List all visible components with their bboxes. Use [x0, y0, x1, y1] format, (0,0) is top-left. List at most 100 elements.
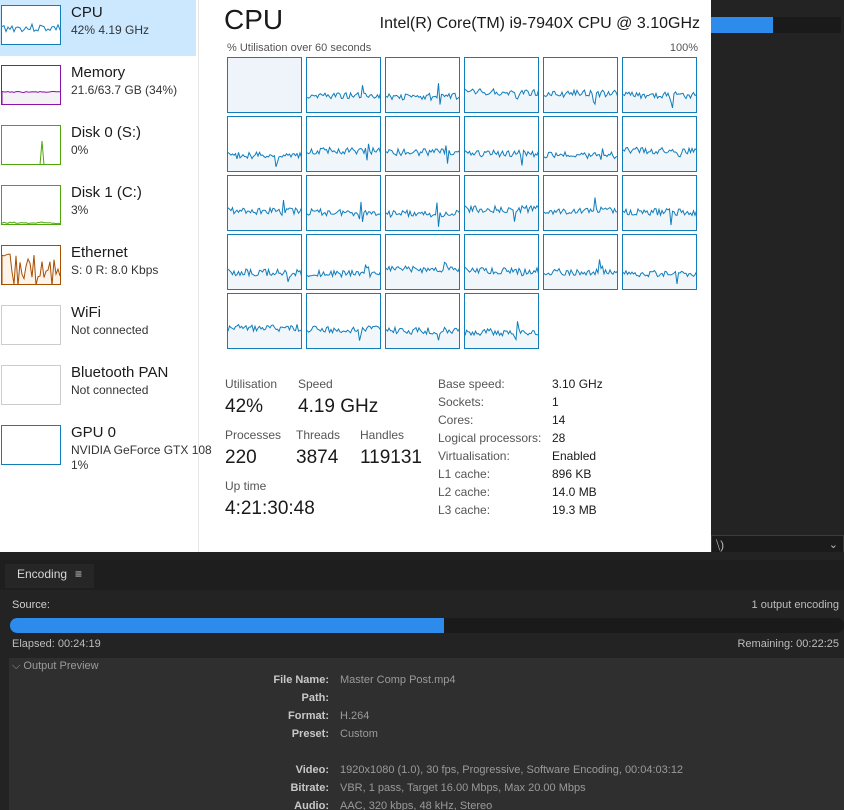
logical-processor-graph [464, 116, 539, 172]
detail-label: Video: [295, 764, 329, 776]
sidebar-item-title: Disk 0 (S:) [71, 124, 142, 141]
task-manager-window: CPU 42% 4.19 GHz Memory 21.6/63.7 GB (34%) D… [0, 0, 711, 552]
encoding-body: Source: 1 output encoding Elapsed: 00:24… [0, 590, 844, 810]
chevron-down-icon: ⌵ [12, 660, 21, 672]
output-preview-toggle[interactable]: ⌵ Output Preview [12, 660, 99, 673]
sidebar-item-empty[interactable]: Bluetooth PAN Not connected [0, 360, 196, 416]
sidebar-item-subtitle: Not connected [71, 383, 149, 397]
detail-value: VBR, 1 pass, Target 16.00 Mbps, Max 20.0… [340, 782, 586, 794]
sidebar-item-disk1[interactable]: Disk 1 (C:) 3% [0, 180, 196, 236]
source-label: Source: [12, 599, 50, 611]
logical-processor-graph [385, 175, 460, 231]
logical-processor-graph [622, 234, 697, 290]
sidebar-item-subtitle-2: 1% [71, 458, 89, 472]
logical-processor-graph [622, 57, 697, 113]
spec-label: Base speed: [438, 377, 505, 391]
sidebar-item-title: CPU [71, 4, 103, 21]
logical-processor-graph [543, 116, 618, 172]
detail-value: Master Comp Post.mp4 [340, 674, 456, 686]
spec-value: 14.0 MB [552, 485, 597, 499]
encoding-progress-fill [10, 618, 444, 633]
logical-processor-graph [543, 175, 618, 231]
detail-label: Path: [301, 692, 330, 704]
sidebar-thumbnail-graph [1, 125, 61, 165]
logical-processor-graph [385, 57, 460, 113]
logical-processor-graph [543, 234, 618, 290]
sidebar-item-subtitle: 3% [71, 203, 89, 217]
spec-value: 896 KB [552, 467, 592, 481]
sidebar-item-subtitle: 21.6/63.7 GB (34%) [71, 83, 178, 97]
output-preview-title: Output Preview [23, 660, 99, 672]
sidebar-thumbnail-graph [1, 65, 61, 105]
sidebar-thumbnail-graph [1, 245, 61, 285]
preset-dropdown-label: ⧹) [716, 538, 725, 552]
logical-processor-graph [227, 293, 302, 349]
logical-processor-graph [464, 293, 539, 349]
utilisation-max-label: 100% [669, 42, 698, 54]
spec-value: 1 [552, 395, 559, 409]
threads-value: 3874 [296, 447, 339, 468]
detail-label: File Name: [273, 674, 329, 686]
sidebar-item-subtitle: S: 0 R: 8.0 Kbps [71, 263, 159, 277]
handles-value: 119131 [360, 447, 422, 468]
sidebar-item-cpu[interactable]: CPU 42% 4.19 GHz [0, 0, 196, 56]
detail-value: 1920x1080 (1.0), 30 fps, Progressive, So… [340, 764, 684, 776]
processes-label: Processes [225, 428, 282, 442]
detail-label: Audio: [294, 800, 329, 810]
encoding-progress-bar [10, 618, 844, 633]
logical-processor-graph [306, 57, 381, 113]
logical-processor-graph [543, 57, 618, 113]
output-count: 1 output encoding [751, 599, 839, 611]
sidebar-item-subtitle: 0% [71, 143, 89, 157]
sidebar-item-subtitle: NVIDIA GeForce GTX 108 [71, 443, 212, 457]
utilisation-value: 42% [225, 396, 264, 417]
spec-value: 14 [552, 413, 566, 427]
sidebar-item-title: Ethernet [71, 244, 128, 261]
uptime-label: Up time [225, 479, 267, 493]
spec-value: 28 [552, 431, 566, 445]
processes-value: 220 [225, 447, 257, 468]
logical-processor-graphs[interactable] [227, 57, 702, 354]
utilisation-caption: % Utilisation over 60 seconds [227, 42, 372, 54]
logical-processor-graph [306, 234, 381, 290]
logical-processor-graph [385, 293, 460, 349]
spec-label: Logical processors: [438, 431, 542, 445]
spec-value: 19.3 MB [552, 503, 597, 517]
sidebar-item-disk0[interactable]: Disk 0 (S:) 0% [0, 120, 196, 176]
queue-progress-bar [711, 17, 841, 33]
detail-value: AAC, 320 kbps, 48 kHz, Stereo [340, 800, 493, 810]
sidebar-thumbnail-graph [1, 305, 61, 345]
sidebar-item-gpu[interactable]: GPU 0 NVIDIA GeForce GTX 108 1% [0, 420, 212, 476]
chevron-down-icon: ⌄ [828, 539, 838, 551]
logical-processor-graph [227, 116, 302, 172]
logical-processor-graph [385, 116, 460, 172]
sidebar-thumbnail-graph [1, 5, 61, 45]
sidebar-item-empty[interactable]: WiFi Not connected [0, 300, 196, 356]
performance-sidebar: CPU 42% 4.19 GHz Memory 21.6/63.7 GB (34%) D… [0, 0, 212, 552]
spec-label: L1 cache: [438, 467, 491, 481]
remaining-time: Remaining: 00:22:25 [737, 638, 839, 650]
sidebar-item-title: Bluetooth PAN [71, 364, 169, 381]
logical-processor-graph [227, 234, 302, 290]
speed-label: Speed [298, 377, 333, 391]
panel-menu-icon[interactable]: ≡ [75, 567, 82, 581]
output-preview: ⌵ Output Preview File Name: Master Comp P… [9, 658, 844, 810]
panel-tab-bar: Encoding ≡ [0, 560, 844, 590]
threads-label: Threads [296, 428, 341, 442]
handles-label: Handles [360, 428, 405, 442]
sidebar-item-subtitle: 42% 4.19 GHz [71, 23, 150, 37]
logical-processor-graph [306, 175, 381, 231]
detail-value: H.264 [340, 710, 370, 722]
cpu-panel: CPU Intel(R) Core(TM) i9-7940X CPU @ 3.1… [200, 0, 711, 552]
detail-value: Custom [340, 728, 378, 740]
spec-value: 3.10 GHz [552, 377, 603, 391]
speed-value: 4.19 GHz [298, 396, 379, 417]
logical-processor-graph [306, 293, 381, 349]
sidebar-thumbnail-graph [1, 365, 61, 405]
tab-encoding[interactable]: Encoding ≡ [5, 564, 95, 588]
sidebar-item-title: Disk 1 (C:) [71, 184, 142, 201]
sidebar-item-memory[interactable]: Memory 21.6/63.7 GB (34%) [0, 60, 196, 116]
sidebar-item-ethernet[interactable]: Ethernet S: 0 R: 8.0 Kbps [0, 240, 196, 296]
encoding-panel: Encoding ≡ Source: 1 output encoding Elap… [0, 552, 844, 810]
logical-processor-graph [622, 175, 697, 231]
